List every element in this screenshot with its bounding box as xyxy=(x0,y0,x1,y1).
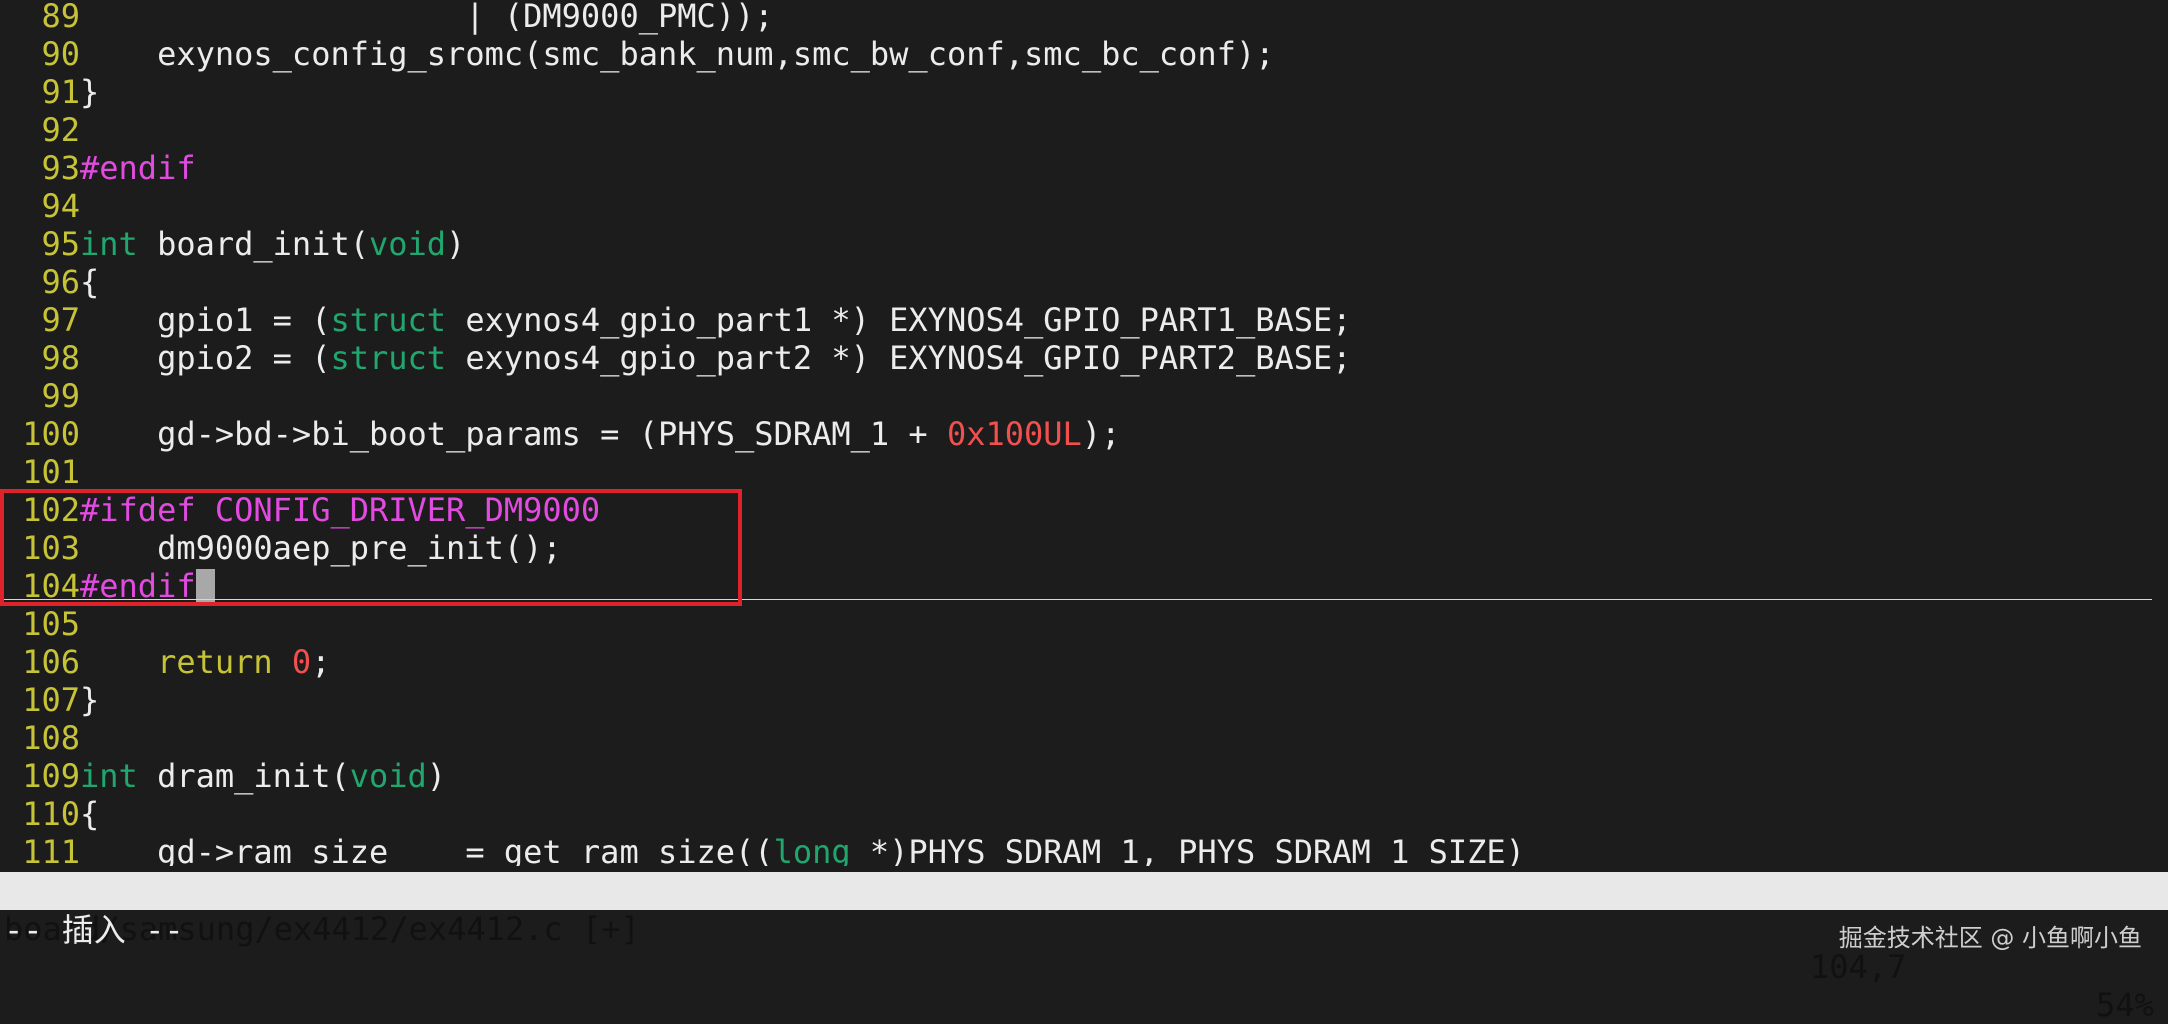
code-token: 0x100UL xyxy=(946,415,1082,453)
code-token: { xyxy=(80,795,100,833)
line-number: 98 xyxy=(41,339,80,377)
line-number: 106 xyxy=(22,643,80,681)
code-line[interactable]: 99 xyxy=(0,377,2168,415)
code-token: exynos4_gpio_part2 *) EXYNOS4_GPIO_PART2… xyxy=(446,339,1352,377)
code-token: exynos_config_sromc(smc_bank_num,smc_bw_… xyxy=(80,35,1275,73)
code-text: { xyxy=(80,795,99,833)
code-token: } xyxy=(80,681,100,719)
code-token: return xyxy=(157,643,273,681)
code-line[interactable]: 109int dram_init(void) xyxy=(0,757,2168,795)
code-line[interactable]: 91} xyxy=(0,73,2168,111)
annotation-highlight-box xyxy=(0,489,742,606)
line-number: 97 xyxy=(41,301,80,339)
status-cursor-position: 104,7 xyxy=(1810,948,1907,986)
line-number: 108 xyxy=(22,719,80,757)
code-token: dram_init( xyxy=(137,757,350,795)
code-line[interactable]: 96{ xyxy=(0,263,2168,301)
code-text: gpio1 = (struct exynos4_gpio_part1 *) EX… xyxy=(80,301,1352,339)
line-number: 94 xyxy=(41,187,80,225)
code-token: gd->ram_size = get_ram_size(( xyxy=(80,833,774,866)
code-text: } xyxy=(80,681,99,719)
code-line[interactable]: 107} xyxy=(0,681,2168,719)
code-line[interactable]: 97 gpio1 = (struct exynos4_gpio_part1 *)… xyxy=(0,301,2168,339)
code-token: gpio1 = ( xyxy=(80,301,331,339)
line-number: 92 xyxy=(41,111,80,149)
line-number: 93 xyxy=(41,149,80,187)
line-number: 100 xyxy=(22,415,80,453)
code-line[interactable]: 106 return 0; xyxy=(0,643,2168,681)
line-number: 90 xyxy=(41,35,80,73)
code-line[interactable]: 111 gd->ram_size = get_ram_size((long *)… xyxy=(0,833,2168,866)
code-token: { xyxy=(80,263,100,301)
code-text: gpio2 = (struct exynos4_gpio_part2 *) EX… xyxy=(80,339,1352,377)
code-line[interactable]: 105 xyxy=(0,605,2168,643)
code-token: gd->bd->bi_boot_params = (PHYS_SDRAM_1 + xyxy=(80,415,947,453)
code-token: } xyxy=(80,73,100,111)
code-token: ; xyxy=(311,643,331,681)
line-number: 105 xyxy=(22,605,80,643)
code-text: return 0; xyxy=(80,643,330,681)
code-line[interactable]: 93#endif xyxy=(0,149,2168,187)
code-token: exynos4_gpio_part1 *) EXYNOS4_GPIO_PART1… xyxy=(446,301,1352,339)
code-line[interactable]: 90 exynos_config_sromc(smc_bank_num,smc_… xyxy=(0,35,2168,73)
line-number: 111 xyxy=(22,833,80,866)
line-number: 101 xyxy=(22,453,80,491)
code-line[interactable]: 101 xyxy=(0,453,2168,491)
code-token: struct xyxy=(330,339,447,377)
code-token: void xyxy=(349,757,427,795)
code-token: struct xyxy=(330,301,447,339)
code-text: gd->bd->bi_boot_params = (PHYS_SDRAM_1 +… xyxy=(80,415,1120,453)
code-text: | (DM9000_PMC)); xyxy=(80,0,774,35)
code-text: } xyxy=(80,73,99,111)
code-token: ) xyxy=(446,225,466,263)
code-text: int board_init(void) xyxy=(80,225,465,263)
code-line[interactable]: 110{ xyxy=(0,795,2168,833)
code-text: gd->ram_size = get_ram_size((long *)PHYS… xyxy=(80,833,1525,866)
line-number: 89 xyxy=(41,0,80,35)
line-number: 107 xyxy=(22,681,80,719)
line-number: 96 xyxy=(41,263,80,301)
code-token: ); xyxy=(1081,415,1121,453)
code-line[interactable]: 95int board_init(void) xyxy=(0,225,2168,263)
line-number: 110 xyxy=(22,795,80,833)
code-token: gpio2 = ( xyxy=(80,339,331,377)
code-token: #endif xyxy=(80,149,196,187)
watermark: 掘金技术社区 @ 小鱼啊小鱼 xyxy=(1838,924,2142,952)
code-token: 0 xyxy=(291,643,312,681)
code-line[interactable]: 94 xyxy=(0,187,2168,225)
code-line[interactable]: 108 xyxy=(0,719,2168,757)
code-token: board_init( xyxy=(137,225,369,263)
code-token: void xyxy=(368,225,447,263)
line-number: 91 xyxy=(41,73,80,111)
code-line[interactable]: 98 gpio2 = (struct exynos4_gpio_part2 *)… xyxy=(0,339,2168,377)
code-token: *)PHYS_SDRAM_1, PHYS_SDRAM_1_SIZE) xyxy=(850,833,1525,866)
status-scroll-percent: 54% xyxy=(2096,986,2154,1024)
code-token: ) xyxy=(426,757,447,795)
code-token: long xyxy=(773,833,851,866)
status-line: board/samsung/ex4412/ex4412.c [+] 104,7 … xyxy=(0,872,2168,1024)
code-token: | (DM9000_PMC)); xyxy=(80,0,774,35)
code-text: #endif xyxy=(80,149,196,187)
line-number: 109 xyxy=(22,757,80,795)
code-editor[interactable]: 89 | (DM9000_PMC)); 90 exynos_config_srom… xyxy=(0,0,2168,866)
code-line[interactable]: 89 | (DM9000_PMC)); xyxy=(0,0,2168,35)
code-line[interactable]: 92 xyxy=(0,111,2168,149)
code-text: exynos_config_sromc(smc_bank_num,smc_bw_… xyxy=(80,35,1274,73)
line-number: 95 xyxy=(41,225,80,263)
code-token: int xyxy=(80,225,138,263)
line-number: 99 xyxy=(41,377,80,415)
code-text: int dram_init(void) xyxy=(80,757,446,795)
command-line-mode: -- 插入 -- xyxy=(4,911,184,949)
code-text: { xyxy=(80,263,99,301)
code-token: int xyxy=(80,757,138,795)
code-line[interactable]: 100 gd->bd->bi_boot_params = (PHYS_SDRAM… xyxy=(0,415,2168,453)
